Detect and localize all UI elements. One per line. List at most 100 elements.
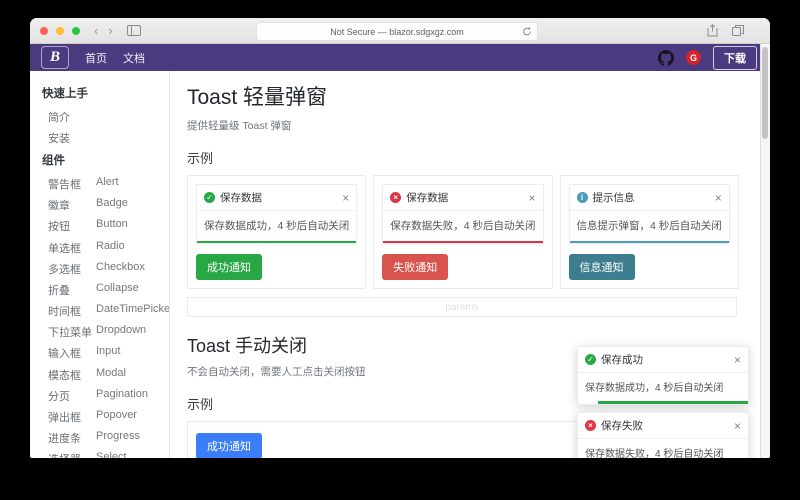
sidebar-item-label-zh: 进度条	[48, 433, 81, 446]
toast-body: 保存数据失败，4 秒后自动关闭	[585, 449, 724, 458]
sidebar-item-label-en: Input	[96, 345, 121, 358]
sidebar-item-Button[interactable]: 按钮 Button	[42, 216, 169, 237]
toast-progress-fill	[569, 241, 729, 243]
check-circle-icon: ✓	[204, 192, 215, 203]
address-bar[interactable]: Not Secure — blazor.sdgxgz.com	[256, 22, 538, 41]
sidebar-item-安装[interactable]: 安装	[42, 127, 169, 148]
sidebar-item-label-zh: 折叠	[48, 284, 70, 297]
close-window-button[interactable]	[40, 26, 48, 35]
share-icon[interactable]	[707, 24, 718, 37]
sidebar-item-Modal[interactable]: 模态框 Modal	[42, 364, 169, 385]
sidebar-item-label-zh: 按钮	[48, 221, 70, 234]
toast-header: × 保存数据 ×	[383, 185, 543, 211]
window-controls	[40, 26, 80, 35]
demo-cell: × 保存数据 × 保存数据失败，4 秒后自动关闭 失败通知	[373, 175, 553, 289]
sidebar-item-label-en: DateTimePicker	[96, 303, 170, 316]
tabs-overview-icon[interactable]	[732, 25, 744, 36]
close-icon[interactable]: ×	[342, 192, 349, 204]
sidebar-item-label-en: Radio	[96, 239, 125, 252]
sidebar-nav: 快速上手简介安装组件警告框 Alert 徽章 Badge 按钮 Button 单选框 Radi…	[30, 71, 170, 458]
sidebar-toggle-icon[interactable]	[126, 25, 141, 36]
sidebar-item-label-zh: 弹出框	[48, 412, 81, 425]
sidebar-item-label-en: Select	[96, 451, 127, 458]
github-icon[interactable]	[658, 49, 674, 66]
scrollbar[interactable]	[760, 44, 770, 458]
sidebar-item-label-en: Alert	[96, 175, 119, 188]
toast-demo-button[interactable]: 成功通知	[196, 254, 262, 280]
toast-body: 信息提示弹窗，4 秒后自动关闭	[576, 220, 722, 232]
info-circle-icon: i	[576, 192, 588, 203]
manual-demo-button[interactable]: 成功通知	[196, 433, 262, 458]
reload-icon[interactable]	[522, 26, 532, 37]
toast-title: 提示信息	[592, 192, 635, 204]
demo-footer-hint[interactable]: params	[187, 297, 737, 317]
sidebar-item-label-zh: 安装	[48, 132, 70, 145]
toast-header: i 提示信息 ×	[569, 185, 729, 211]
toast-body: 保存数据成功，4 秒后自动关闭	[204, 220, 350, 232]
toast-demo-button[interactable]: 失败通知	[382, 254, 449, 280]
toast-title: 保存数据	[220, 192, 262, 204]
brand-logo[interactable]: B	[41, 46, 69, 69]
toast: ✓ 保存成功 × 保存数据成功，4 秒后自动关闭	[577, 346, 749, 405]
sidebar-item-label-en: Dropdown	[96, 324, 147, 337]
demo-grid: ✓ 保存数据 × 保存数据成功，4 秒后自动关闭成功通知 × 保存数据 × 保存数据失败，4 …	[187, 175, 739, 289]
sidebar-item-label-zh: 选择器	[48, 451, 96, 458]
close-icon[interactable]: ×	[734, 354, 741, 366]
toast: × 保存失败 × 保存数据失败，4 秒后自动关闭	[577, 412, 749, 458]
nav-link-docs[interactable]: 文档	[123, 50, 145, 66]
sidebar-item-Input[interactable]: 输入框 Input	[42, 343, 169, 364]
toast-progress-bar	[383, 241, 543, 243]
nav-link-home[interactable]: 首页	[85, 50, 107, 66]
sidebar-item-label-en: Popover	[96, 409, 137, 422]
sidebar-item-Radio[interactable]: 单选框 Radio	[42, 237, 169, 258]
demo-cell: ✓ 保存数据 × 保存数据成功，4 秒后自动关闭成功通知	[187, 175, 367, 289]
gitee-icon[interactable]: G	[686, 50, 701, 65]
sidebar-item-简介[interactable]: 简介	[42, 106, 169, 127]
toast-progress-fill	[383, 241, 543, 243]
toast-body: 保存数据失败，4 秒后自动关闭	[390, 220, 536, 232]
toast-title: 保存失败	[601, 420, 643, 432]
sidebar-item-Popover[interactable]: 弹出框 Popover	[42, 406, 169, 427]
sidebar-item-Dropdown[interactable]: 下拉菜单 Dropdown	[42, 322, 169, 343]
browser-titlebar: ‹ › Not Secure — blazor.sdgxgz.com	[30, 18, 770, 44]
page-title: Toast 轻量弹窗	[187, 86, 328, 109]
minimize-window-button[interactable]	[56, 26, 64, 35]
gitee-letter: G	[689, 52, 697, 63]
zoom-window-button[interactable]	[72, 26, 80, 35]
sidebar-item-Checkbox[interactable]: 多选框 Checkbox	[42, 258, 169, 279]
sidebar-item-Badge[interactable]: 徽章 Badge	[42, 195, 169, 216]
close-icon[interactable]: ×	[529, 192, 536, 204]
sidebar-item-label-zh: 输入框	[48, 348, 81, 361]
forward-icon[interactable]: ›	[108, 18, 112, 43]
sidebar-item-label-zh: 警告框	[48, 178, 81, 191]
close-icon[interactable]: ×	[734, 420, 741, 432]
sidebar-item-label-en: Modal	[96, 366, 126, 379]
scrollbar-thumb[interactable]	[762, 47, 768, 139]
sidebar-group-header: 组件	[42, 155, 65, 168]
toast-header: ✓ 保存成功 ×	[578, 347, 748, 373]
sidebar-item-label-zh: 模态框	[48, 369, 81, 382]
sidebar-item-label-zh: 单选框	[48, 242, 81, 255]
sidebar-item-Pagination[interactable]: 分页 Pagination	[42, 385, 169, 406]
example-label-1: 示例	[187, 151, 214, 166]
toast-progress-bar	[569, 241, 729, 243]
sidebar-group-header: 快速上手	[42, 88, 88, 100]
back-icon[interactable]: ‹	[94, 18, 98, 43]
sidebar-item-Alert[interactable]: 警告框 Alert	[42, 173, 169, 194]
sidebar-item-DateTimePicker[interactable]: 时间框 DateTimePicker	[42, 301, 169, 322]
sidebar-item-label-en: Collapse	[96, 281, 139, 294]
toast-progress-bar	[197, 241, 357, 243]
download-button[interactable]: 下载	[713, 45, 757, 70]
sidebar-item-Select[interactable]: 选择器Select	[42, 449, 169, 458]
close-icon[interactable]: ×	[715, 192, 722, 204]
sidebar-item-Progress[interactable]: 进度条 Progress	[42, 428, 169, 449]
toast-demo-button[interactable]: 信息通知	[568, 254, 635, 280]
toast: × 保存数据 × 保存数据失败，4 秒后自动关闭	[382, 184, 544, 244]
cross-circle-icon: ×	[585, 420, 596, 431]
check-circle-icon: ✓	[585, 354, 596, 365]
demo-cell: i 提示信息 × 信息提示弹窗，4 秒后自动关闭信息通知	[559, 175, 739, 289]
sidebar-item-Collapse[interactable]: 折叠 Collapse	[42, 279, 169, 300]
sidebar-item-label-zh: 多选框	[48, 263, 81, 276]
toast-title: 保存数据	[406, 192, 449, 204]
sidebar-item-label-zh: 下拉菜单	[48, 327, 92, 340]
